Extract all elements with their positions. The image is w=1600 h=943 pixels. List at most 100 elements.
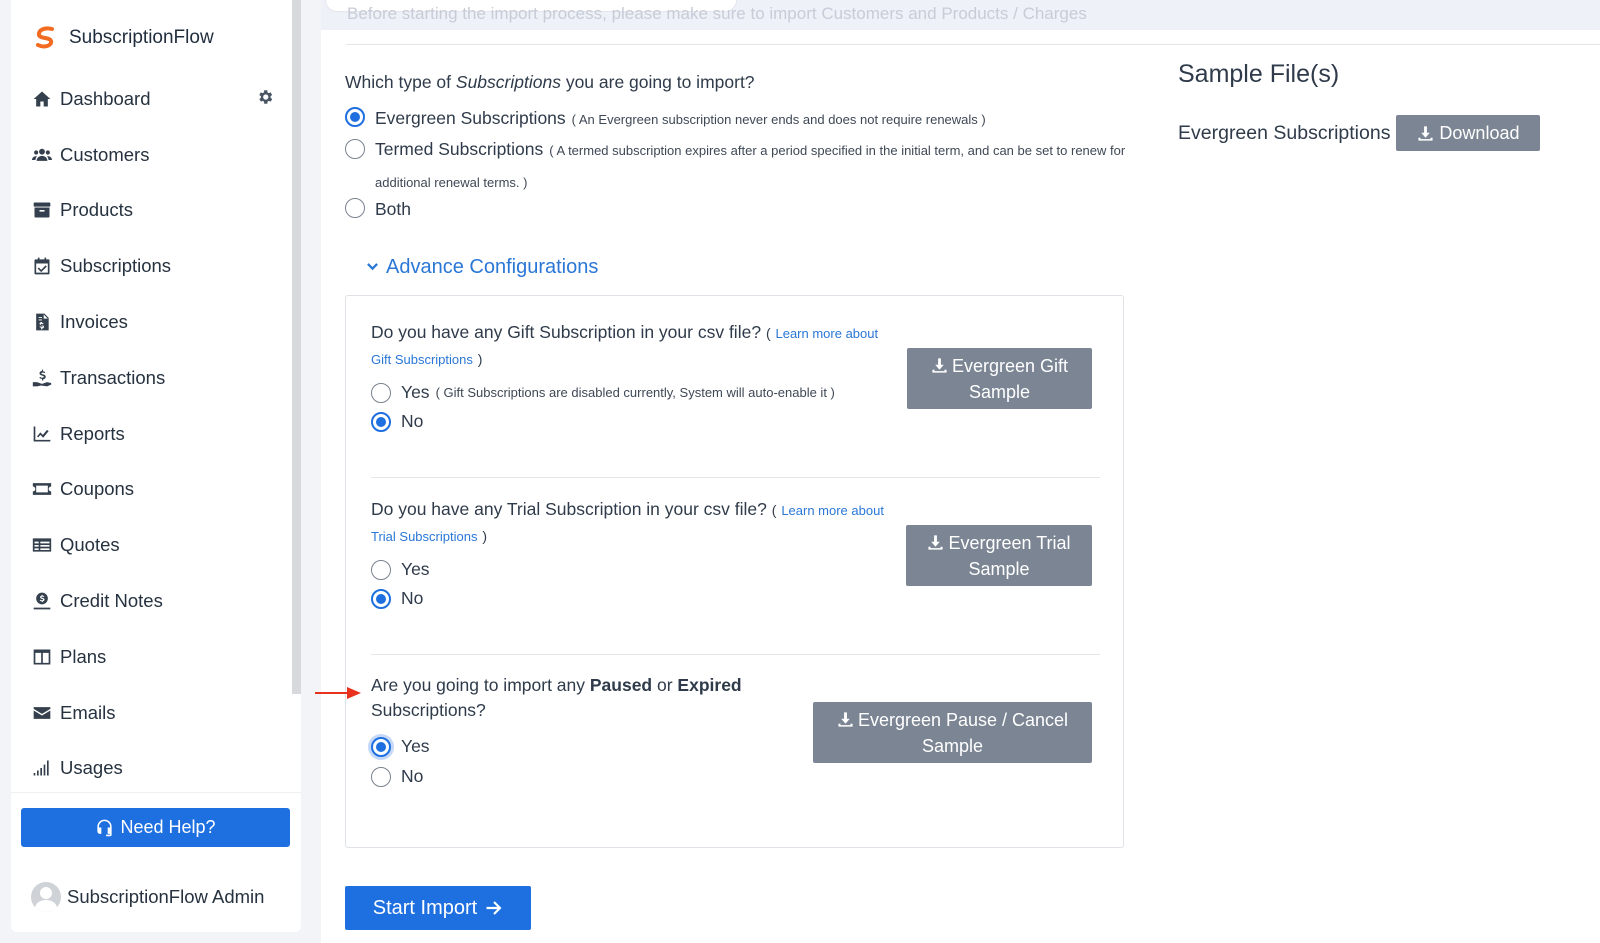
both-label: Both: [375, 199, 411, 219]
sidebar-item-products[interactable]: Products: [31, 183, 276, 239]
dollar-user-icon: [31, 590, 53, 612]
brand-name: SubscriptionFlow: [69, 27, 214, 48]
evergreen-trial-sample-button[interactable]: Evergreen Trial Sample: [906, 525, 1092, 586]
sidebar-scrollbar[interactable]: [292, 0, 301, 694]
archive-icon: [31, 199, 53, 221]
sidebar-item-label: Products: [60, 199, 134, 221]
gift-yes-radio[interactable]: [371, 382, 391, 403]
sidebar-item-label: Coupons: [60, 478, 135, 500]
trial-no-radio[interactable]: [371, 588, 391, 609]
advance-configurations-toggle[interactable]: Advance Configurations: [366, 256, 598, 279]
home-icon: [31, 88, 53, 110]
gift-sample-label: Evergreen Gift Sample: [951, 355, 1069, 402]
chevron-down-icon: [367, 263, 378, 271]
sidebar-item-customers[interactable]: Customers: [31, 127, 276, 183]
trial-yes-option[interactable]: Yes: [371, 559, 430, 580]
gift-yes-option[interactable]: Yes ( Gift Subscriptions are disabled cu…: [371, 382, 835, 403]
evergreen-pause-cancel-sample-button[interactable]: Evergreen Pause / Cancel Sample: [813, 702, 1092, 763]
avatar: [31, 882, 61, 912]
option-termed[interactable]: Termed Subscriptions( A termed subscript…: [345, 134, 1135, 198]
sidebar-item-label: Usages: [60, 757, 123, 779]
gift-yes-hint: ( Gift Subscriptions are disabled curren…: [435, 385, 835, 400]
annotation-arrow-icon: [315, 687, 361, 699]
sidebar-item-reports[interactable]: Reports: [31, 406, 276, 462]
sample-files-title: Sample File(s): [1178, 60, 1340, 88]
evergreen-radio[interactable]: [345, 107, 365, 127]
calendar-check-icon: [31, 255, 53, 277]
main-content: Before starting the import process, plea…: [315, 0, 1600, 943]
sidebar-item-emails[interactable]: Emails: [31, 685, 276, 741]
sidebar: SubscriptionFlow Dashboard Customers Pro…: [11, 0, 301, 932]
evergreen-label: Evergreen Subscriptions: [375, 108, 566, 128]
sidebar-item-label: Reports: [60, 422, 125, 444]
sidebar-item-label: Quotes: [60, 534, 120, 556]
download-label: Download: [1439, 122, 1520, 143]
sample-file-row: Evergreen Subscriptions Download: [1178, 115, 1541, 151]
columns-icon: [31, 646, 53, 668]
top-banner: Before starting the import process, plea…: [321, 0, 1600, 30]
sidebar-item-label: Invoices: [60, 311, 128, 333]
termed-label: Termed Subscriptions: [375, 139, 544, 159]
gift-no-radio[interactable]: [371, 411, 391, 432]
evergreen-hint: ( An Evergreen subscription never ends a…: [571, 112, 986, 127]
paused-yes-radio[interactable]: [371, 736, 391, 757]
trial-yes-radio[interactable]: [371, 559, 391, 580]
sidebar-item-subscriptions[interactable]: Subscriptions: [31, 238, 276, 294]
start-import-button[interactable]: Start Import: [345, 886, 531, 930]
brand[interactable]: SubscriptionFlow: [33, 25, 214, 51]
advance-configurations-label: Advance Configurations: [386, 256, 599, 278]
sidebar-item-usages[interactable]: Usages: [31, 741, 276, 797]
evergreen-gift-sample-button[interactable]: Evergreen Gift Sample: [907, 348, 1092, 409]
paused-no-option[interactable]: No: [371, 766, 423, 787]
sidebar-item-label: Plans: [60, 645, 107, 667]
gift-question: Do you have any Gift Subscription in you…: [371, 322, 879, 367]
sidebar-item-credit-notes[interactable]: Credit Notes: [31, 573, 276, 629]
sidebar-item-label: Transactions: [60, 366, 166, 388]
paused-yes-option[interactable]: Yes: [371, 736, 430, 757]
line-chart-icon: [31, 423, 53, 445]
sample-file-label: Evergreen Subscriptions: [1178, 121, 1391, 144]
sidebar-item-label: Dashboard: [60, 87, 151, 109]
sidebar-item-invoices[interactable]: Invoices: [31, 294, 276, 350]
trial-sample-label: Evergreen Trial Sample: [948, 532, 1071, 579]
import-notice: Before starting the import process, plea…: [347, 4, 1087, 23]
pause-sample-label: Evergreen Pause / Cancel Sample: [857, 709, 1069, 756]
sidebar-item-quotes[interactable]: Quotes: [31, 517, 276, 573]
list-icon: [31, 534, 53, 556]
sidebar-item-plans[interactable]: Plans: [31, 629, 276, 685]
subscriptionflow-logo-icon: [36, 26, 54, 49]
gift-yes-label: Yes: [401, 382, 430, 402]
paused-no-radio[interactable]: [371, 766, 391, 787]
download-icon: [932, 357, 947, 373]
both-radio[interactable]: [345, 198, 365, 218]
sidebar-item-transactions[interactable]: Transactions: [31, 350, 276, 406]
section-divider: [346, 44, 1600, 45]
section-divider: [371, 477, 1100, 478]
option-both[interactable]: Both: [345, 197, 411, 221]
download-icon: [928, 534, 944, 550]
termed-radio[interactable]: [345, 139, 365, 159]
sidebar-item-label: Subscriptions: [60, 255, 172, 277]
paused-question: Are you going to import any Paused or Ex…: [371, 675, 742, 720]
users-icon: [31, 144, 53, 166]
subscription-type-question: Which type of Subscriptions you are goin…: [345, 72, 755, 92]
invoice-icon: [31, 311, 53, 333]
hand-dollar-icon: [31, 367, 53, 389]
sidebar-item-label: Emails: [60, 701, 116, 723]
trial-no-option[interactable]: No: [371, 588, 423, 609]
gear-icon[interactable]: [256, 88, 276, 108]
sidebar-nav: Dashboard Customers Products Subscriptio…: [31, 71, 276, 796]
user-profile[interactable]: SubscriptionFlow Admin: [31, 882, 264, 912]
envelope-icon: [31, 702, 53, 724]
gift-no-option[interactable]: No: [371, 411, 423, 432]
option-evergreen[interactable]: Evergreen Subscriptions ( An Evergreen su…: [345, 106, 986, 132]
gift-no-label: No: [401, 411, 424, 431]
sidebar-item-dashboard[interactable]: Dashboard: [31, 71, 276, 127]
download-button[interactable]: Download: [1396, 115, 1541, 151]
need-help-label: Need Help?: [120, 817, 216, 837]
need-help-button[interactable]: Need Help?: [21, 808, 290, 847]
sidebar-item-coupons[interactable]: Coupons: [31, 462, 276, 518]
trial-yes-label: Yes: [401, 559, 430, 579]
advance-configurations-panel: Do you have any Gift Subscription in you…: [345, 295, 1124, 848]
paused-yes-label: Yes: [401, 736, 430, 756]
